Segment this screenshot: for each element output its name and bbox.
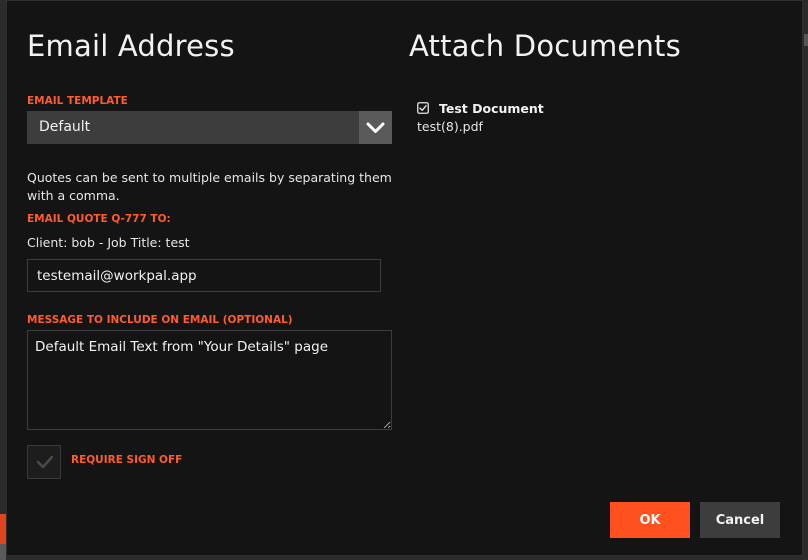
check-icon — [36, 455, 54, 469]
email-template-label: EMAIL TEMPLATE — [27, 95, 128, 107]
dropdown-button[interactable] — [359, 111, 392, 144]
chevron-down-icon — [366, 122, 385, 133]
ok-button[interactable]: OK — [610, 502, 690, 538]
email-address-title: Email Address — [27, 29, 235, 63]
message-textarea[interactable]: Default Email Text from "Your Details" p… — [27, 330, 392, 430]
email-quote-dialog: Email Address EMAIL TEMPLATE Default Quo… — [6, 0, 803, 556]
require-signoff-label: REQUIRE SIGN OFF — [71, 454, 183, 466]
document-filename: test(8).pdf — [417, 119, 483, 134]
document-name: Test Document — [439, 101, 544, 116]
background-element — [804, 34, 808, 46]
email-template-value: Default — [39, 119, 91, 135]
checkbox-checked-icon[interactable] — [417, 102, 429, 114]
cancel-button[interactable]: Cancel — [700, 502, 780, 538]
require-signoff-checkbox[interactable] — [27, 445, 61, 479]
message-label: MESSAGE TO INCLUDE ON EMAIL (OPTIONAL) — [27, 314, 293, 326]
client-job-info: Client: bob - Job Title: test — [27, 235, 190, 250]
multiple-emails-help-text: Quotes can be sent to multiple emails by… — [27, 170, 392, 203]
attach-documents-title: Attach Documents — [409, 29, 681, 63]
email-template-select[interactable]: Default — [27, 111, 392, 144]
email-field[interactable] — [27, 259, 381, 292]
email-quote-to-label: EMAIL QUOTE Q-777 TO: — [27, 213, 171, 225]
